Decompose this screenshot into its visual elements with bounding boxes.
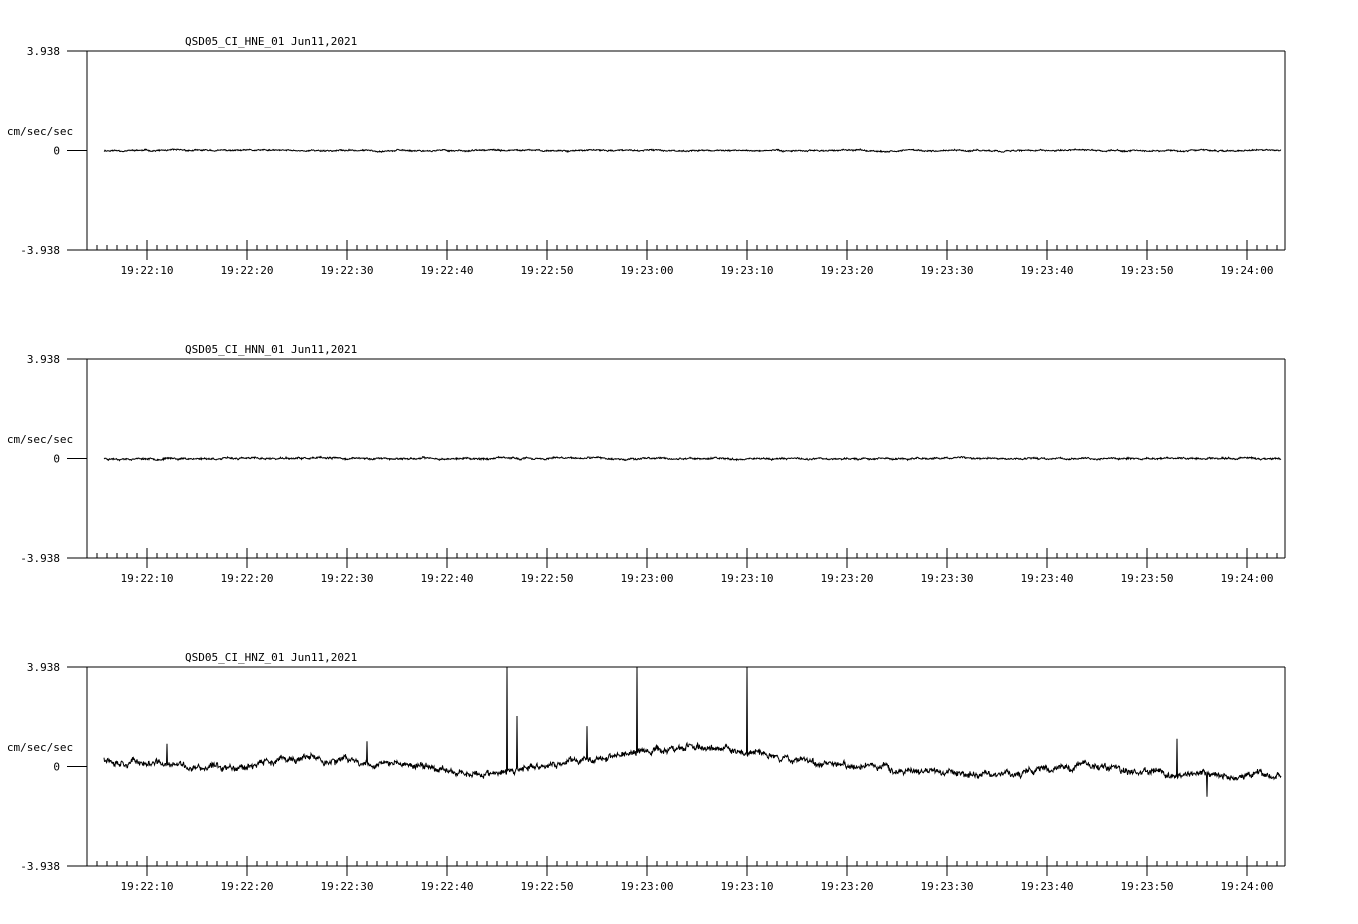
y-tick-label: 3.938 — [27, 661, 60, 674]
waveform-trace — [103, 666, 1282, 797]
x-tick-label: 19:23:40 — [1021, 572, 1074, 585]
x-tick-label: 19:23:50 — [1121, 572, 1174, 585]
chart-title: QSD05_CI_HNZ_01 Jun11,2021 — [185, 651, 357, 664]
x-tick-label: 19:22:30 — [321, 880, 374, 893]
x-tick-label: 19:22:20 — [221, 264, 274, 277]
x-tick-label: 19:23:00 — [621, 572, 674, 585]
x-tick-label: 19:23:30 — [921, 572, 974, 585]
x-tick-label: 19:22:50 — [521, 264, 574, 277]
x-tick-label: 19:23:50 — [1121, 264, 1174, 277]
x-tick-label: 19:24:00 — [1221, 264, 1274, 277]
y-axis-label: cm/sec/sec — [7, 433, 73, 446]
x-tick-label: 19:23:20 — [821, 264, 874, 277]
x-tick-label: 19:22:50 — [521, 572, 574, 585]
waveform-trace — [103, 455, 1282, 462]
x-tick-label: 19:23:10 — [721, 880, 774, 893]
x-tick-label: 19:23:20 — [821, 572, 874, 585]
x-tick-label: 19:22:40 — [421, 264, 474, 277]
y-tick-label: -3.938 — [20, 552, 60, 565]
y-axis-label: cm/sec/sec — [7, 741, 73, 754]
chart-title: QSD05_CI_HNE_01 Jun11,2021 — [185, 35, 357, 48]
waveform-trace — [103, 148, 1282, 154]
x-tick-label: 19:23:30 — [921, 264, 974, 277]
x-tick-label: 19:23:30 — [921, 880, 974, 893]
y-tick-label: 0 — [53, 145, 60, 158]
x-tick-label: 19:23:20 — [821, 880, 874, 893]
y-axis-label: cm/sec/sec — [7, 125, 73, 138]
x-tick-label: 19:23:00 — [621, 880, 674, 893]
seismogram-figure: 3.938 0 -3.938 cm/sec/sec QSD05_CI_HNE_01 Ju… — [7, 35, 1286, 893]
y-tick-label: -3.938 — [20, 860, 60, 873]
x-tick-label: 19:22:10 — [121, 264, 174, 277]
x-tick-label: 19:22:40 — [421, 572, 474, 585]
x-tick-label: 19:22:10 — [121, 880, 174, 893]
x-tick-label: 19:22:20 — [221, 880, 274, 893]
x-tick-label: 19:22:40 — [421, 880, 474, 893]
x-tick-label: 19:24:00 — [1221, 572, 1274, 585]
y-tick-label: 0 — [53, 453, 60, 466]
y-tick-label: -3.938 — [20, 244, 60, 257]
y-tick-label: 3.938 — [27, 353, 60, 366]
x-tick-label: 19:22:50 — [521, 880, 574, 893]
x-tick-label: 19:22:20 — [221, 572, 274, 585]
x-tick-label: 19:23:40 — [1021, 264, 1074, 277]
x-tick-label: 19:24:00 — [1221, 880, 1274, 893]
y-tick-label: 3.938 — [27, 45, 60, 58]
y-tick-label: 0 — [53, 761, 60, 774]
x-tick-label: 19:23:50 — [1121, 880, 1174, 893]
x-tick-label: 19:22:30 — [321, 572, 374, 585]
x-tick-label: 19:23:00 — [621, 264, 674, 277]
x-tick-label: 19:23:40 — [1021, 880, 1074, 893]
x-tick-label: 19:23:10 — [721, 264, 774, 277]
chart-title: QSD05_CI_HNN_01 Jun11,2021 — [185, 343, 357, 356]
x-tick-label: 19:22:10 — [121, 572, 174, 585]
x-tick-label: 19:22:30 — [321, 264, 374, 277]
x-tick-label: 19:23:10 — [721, 572, 774, 585]
